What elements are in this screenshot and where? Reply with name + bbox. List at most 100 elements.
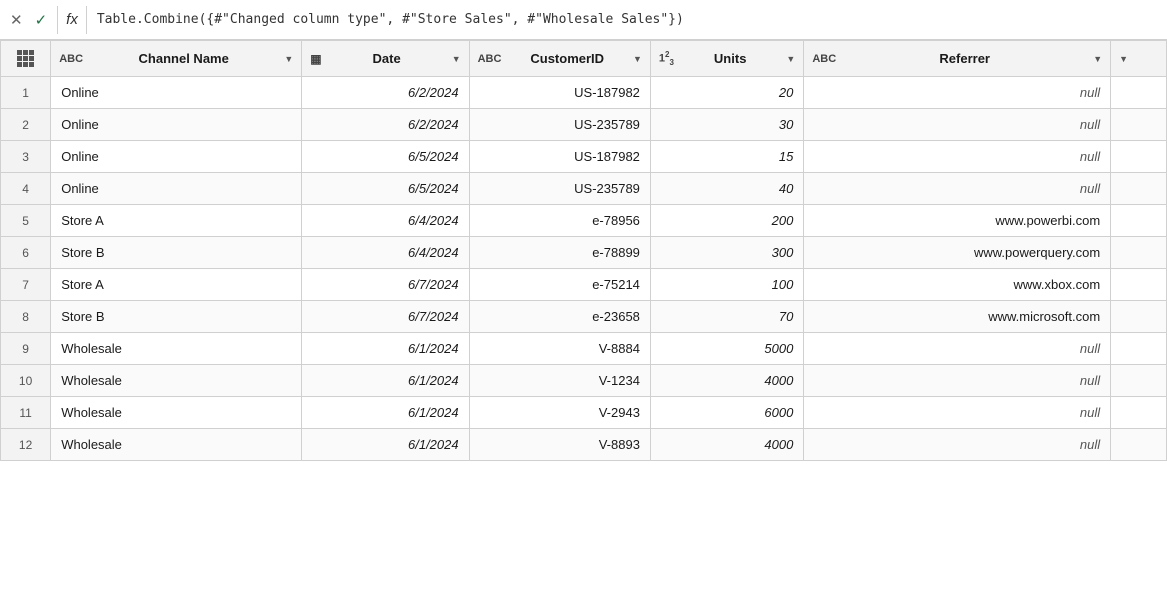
units-col-label: Units — [678, 51, 782, 66]
cancel-icon[interactable]: ✕ — [6, 9, 27, 31]
row-number-cell: 8 — [1, 301, 51, 333]
row-number-cell: 10 — [1, 365, 51, 397]
table-header-row: ABC Channel Name ▼ ▦ Date ▼ AB — [1, 41, 1167, 77]
channel-cell: Wholesale — [51, 429, 302, 461]
col-header-channel[interactable]: ABC Channel Name ▼ — [51, 41, 302, 77]
table-grid-icon — [17, 50, 34, 67]
col-header-date[interactable]: ▦ Date ▼ — [302, 41, 469, 77]
customer-cell: e-78899 — [469, 237, 650, 269]
date-dropdown-icon[interactable]: ▼ — [452, 54, 461, 64]
extra-dropdown-icon[interactable]: ▼ — [1119, 54, 1128, 64]
table-row: 2Online6/2/2024US-23578930null — [1, 109, 1167, 141]
table-body: 1Online6/2/2024US-18798220null2Online6/2… — [1, 77, 1167, 461]
row-number-cell: 9 — [1, 333, 51, 365]
units-cell: 70 — [650, 301, 803, 333]
units-cell: 20 — [650, 77, 803, 109]
table-row: 1Online6/2/2024US-18798220null — [1, 77, 1167, 109]
null-value: null — [1080, 149, 1100, 164]
channel-cell: Store A — [51, 205, 302, 237]
referrer-cell: null — [804, 109, 1111, 141]
date-cell: 6/5/2024 — [302, 141, 469, 173]
channel-cell: Store B — [51, 301, 302, 333]
row-number-cell: 11 — [1, 397, 51, 429]
extra-cell — [1111, 109, 1167, 141]
row-number-cell: 1 — [1, 77, 51, 109]
date-cell: 6/1/2024 — [302, 397, 469, 429]
null-value: null — [1080, 181, 1100, 196]
referrer-col-label: Referrer — [840, 51, 1089, 66]
channel-cell: Online — [51, 109, 302, 141]
date-cell: 6/4/2024 — [302, 237, 469, 269]
units-cell: 4000 — [650, 429, 803, 461]
confirm-icon[interactable]: ✓ — [31, 9, 52, 31]
extra-cell — [1111, 301, 1167, 333]
formula-bar: ✕ ✓ fx — [0, 0, 1167, 40]
customer-cell: e-23658 — [469, 301, 650, 333]
extra-cell — [1111, 173, 1167, 205]
col-header-units[interactable]: 123 Units ▼ — [650, 41, 803, 77]
units-type-icon: 123 — [659, 50, 674, 67]
col-header-customer[interactable]: ABC CustomerID ▼ — [469, 41, 650, 77]
referrer-cell: null — [804, 365, 1111, 397]
row-number-cell: 6 — [1, 237, 51, 269]
referrer-cell: www.powerbi.com — [804, 205, 1111, 237]
extra-cell — [1111, 77, 1167, 109]
table-row: 7Store A6/7/2024e-75214100www.xbox.com — [1, 269, 1167, 301]
extra-cell — [1111, 237, 1167, 269]
table-row: 3Online6/5/2024US-18798215null — [1, 141, 1167, 173]
referrer-cell: null — [804, 141, 1111, 173]
null-value: null — [1080, 117, 1100, 132]
table-row: 9Wholesale6/1/2024V-88845000null — [1, 333, 1167, 365]
null-value: null — [1080, 405, 1100, 420]
row-number-cell: 7 — [1, 269, 51, 301]
customer-cell: US-187982 — [469, 77, 650, 109]
customer-cell: US-235789 — [469, 173, 650, 205]
customer-cell: e-75214 — [469, 269, 650, 301]
formula-input[interactable] — [93, 10, 1161, 29]
units-dropdown-icon[interactable]: ▼ — [786, 54, 795, 64]
customer-col-label: CustomerID — [505, 51, 629, 66]
units-cell: 6000 — [650, 397, 803, 429]
customer-dropdown-icon[interactable]: ▼ — [633, 54, 642, 64]
units-cell: 30 — [650, 109, 803, 141]
customer-type-icon: ABC — [478, 53, 502, 65]
row-number-cell: 5 — [1, 205, 51, 237]
referrer-dropdown-icon[interactable]: ▼ — [1093, 54, 1102, 64]
date-cell: 6/1/2024 — [302, 365, 469, 397]
null-value: null — [1080, 437, 1100, 452]
units-cell: 15 — [650, 141, 803, 173]
referrer-cell: null — [804, 77, 1111, 109]
channel-dropdown-icon[interactable]: ▼ — [284, 54, 293, 64]
units-cell: 40 — [650, 173, 803, 205]
extra-cell — [1111, 365, 1167, 397]
date-col-label: Date — [326, 51, 448, 66]
channel-cell: Wholesale — [51, 365, 302, 397]
null-value: null — [1080, 373, 1100, 388]
date-cell: 6/7/2024 — [302, 269, 469, 301]
col-header-extra: ▼ — [1111, 41, 1167, 77]
row-number-cell: 4 — [1, 173, 51, 205]
fx-label: fx — [57, 6, 87, 34]
channel-cell: Store A — [51, 269, 302, 301]
channel-type-icon: ABC — [59, 53, 83, 65]
date-cell: 6/1/2024 — [302, 333, 469, 365]
referrer-cell: www.xbox.com — [804, 269, 1111, 301]
channel-cell: Online — [51, 141, 302, 173]
units-cell: 200 — [650, 205, 803, 237]
date-cell: 6/2/2024 — [302, 77, 469, 109]
channel-col-label: Channel Name — [87, 51, 280, 66]
channel-cell: Online — [51, 173, 302, 205]
extra-cell — [1111, 397, 1167, 429]
referrer-cell: www.microsoft.com — [804, 301, 1111, 333]
row-number-cell: 2 — [1, 109, 51, 141]
referrer-cell: null — [804, 397, 1111, 429]
referrer-cell: null — [804, 173, 1111, 205]
formula-bar-icons: ✕ ✓ — [6, 9, 51, 31]
row-number-cell: 12 — [1, 429, 51, 461]
channel-cell: Wholesale — [51, 333, 302, 365]
extra-cell — [1111, 269, 1167, 301]
col-header-referrer[interactable]: ABC Referrer ▼ — [804, 41, 1111, 77]
date-cell: 6/2/2024 — [302, 109, 469, 141]
table-row: 11Wholesale6/1/2024V-29436000null — [1, 397, 1167, 429]
channel-cell: Store B — [51, 237, 302, 269]
